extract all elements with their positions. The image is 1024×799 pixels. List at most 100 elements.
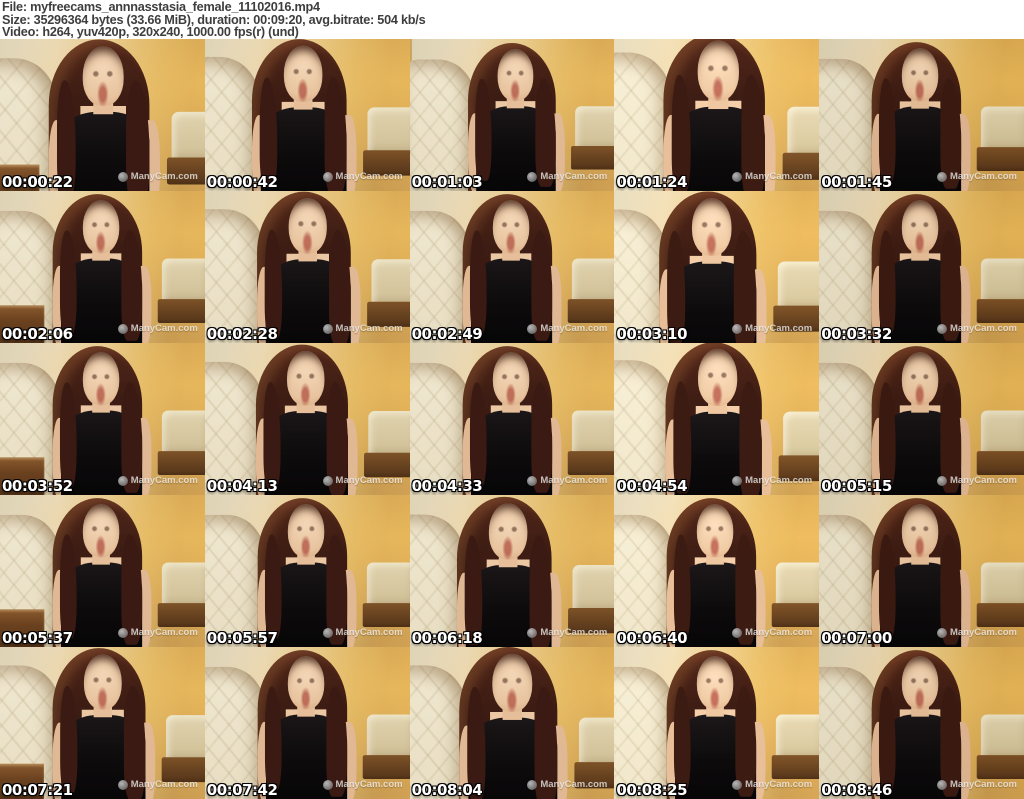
webcam-icon <box>936 627 947 638</box>
watermark-label: ManyCam.com <box>540 627 608 638</box>
video-thumbnail[interactable]: 00:03:32 ManyCam.com <box>819 191 1024 343</box>
video-thumbnail[interactable]: 00:04:54 ManyCam.com <box>614 343 820 495</box>
webcam-scene-preview <box>204 343 410 495</box>
video-thumbnail[interactable]: 00:00:42 ManyCam.com <box>204 39 410 191</box>
video-thumbnail[interactable]: 00:02:06 ManyCam.com <box>0 191 205 343</box>
webcam-icon <box>527 779 538 790</box>
webcam-scene-preview <box>614 647 820 799</box>
webcam-icon <box>527 171 538 182</box>
person-silhouette <box>614 495 819 647</box>
video-thumbnail[interactable]: 00:01:45 ManyCam.com <box>819 39 1024 191</box>
watermark-label: ManyCam.com <box>130 171 198 182</box>
face <box>697 504 734 558</box>
watermark-label: ManyCam.com <box>745 627 813 638</box>
video-thumbnail[interactable]: 00:08:25 ManyCam.com <box>614 647 820 799</box>
video-thumbnail[interactable]: 00:08:46 ManyCam.com <box>819 647 1024 799</box>
webcam-icon <box>117 627 128 638</box>
video-thumbnail[interactable]: 00:03:10 ManyCam.com <box>614 191 820 343</box>
video-thumbnail[interactable]: 00:06:18 ManyCam.com <box>409 495 615 647</box>
timestamp-label: 00:02:06 <box>2 325 73 343</box>
watermark-label: ManyCam.com <box>130 627 198 638</box>
face <box>902 200 939 254</box>
watermark: ManyCam.com <box>936 171 1017 182</box>
webcam-scene-preview <box>819 191 1024 343</box>
webcam-scene-preview <box>819 39 1024 191</box>
video-thumbnail[interactable]: 00:01:24 ManyCam.com <box>614 39 820 191</box>
webcam-scene-preview <box>614 495 820 647</box>
video-thumbnail[interactable]: 00:04:13 ManyCam.com <box>204 343 410 495</box>
watermark: ManyCam.com <box>117 171 198 182</box>
watermark-label: ManyCam.com <box>745 323 813 334</box>
video-thumbnail[interactable]: 00:06:40 ManyCam.com <box>614 495 820 647</box>
video-thumbnail[interactable]: 00:08:04 ManyCam.com <box>409 647 615 799</box>
video-thumbnail[interactable]: 00:07:21 ManyCam.com <box>0 647 205 799</box>
person-silhouette <box>819 647 1024 799</box>
watermark-label: ManyCam.com <box>540 779 608 790</box>
watermark: ManyCam.com <box>117 475 198 486</box>
webcam-scene-preview <box>409 343 615 495</box>
timestamp-label: 00:05:57 <box>206 629 278 647</box>
video-thumbnail[interactable]: 00:05:15 ManyCam.com <box>819 343 1024 495</box>
person-silhouette <box>205 495 410 647</box>
person-silhouette <box>819 39 1024 191</box>
timestamp-label: 00:07:42 <box>206 781 278 799</box>
face <box>492 200 529 254</box>
video-thumbnail[interactable]: 00:02:28 ManyCam.com <box>204 191 410 343</box>
webcam-scene-preview <box>0 495 205 647</box>
face <box>488 503 527 560</box>
watermark: ManyCam.com <box>117 323 198 334</box>
webcam-scene-preview <box>409 647 615 799</box>
webcam-icon <box>732 475 743 486</box>
watermark-label: ManyCam.com <box>335 475 403 486</box>
webcam-icon <box>732 171 743 182</box>
video-thumbnail[interactable]: 00:01:03 ManyCam.com <box>409 39 615 191</box>
face <box>288 198 327 254</box>
webcam-scene-preview <box>614 39 820 191</box>
video-thumbnail[interactable]: 00:04:33 ManyCam.com <box>409 343 615 495</box>
person-silhouette <box>0 39 205 191</box>
person-silhouette <box>819 191 1024 343</box>
watermark-label: ManyCam.com <box>949 779 1017 790</box>
webcam-icon <box>322 475 333 486</box>
person-silhouette <box>614 39 819 191</box>
watermark-label: ManyCam.com <box>949 171 1017 182</box>
timestamp-label: 00:03:10 <box>616 325 688 343</box>
timestamp-label: 00:06:18 <box>411 629 483 647</box>
person-silhouette <box>0 647 205 799</box>
webcam-icon <box>527 323 538 334</box>
watermark: ManyCam.com <box>936 627 1017 638</box>
video-thumbnail[interactable]: 00:07:00 ManyCam.com <box>819 495 1024 647</box>
person-silhouette <box>0 343 205 495</box>
person-silhouette <box>819 343 1024 495</box>
watermark: ManyCam.com <box>322 323 403 334</box>
watermark-label: ManyCam.com <box>745 171 813 182</box>
timestamp-label: 00:04:33 <box>411 477 483 495</box>
watermark-label: ManyCam.com <box>130 779 198 790</box>
webcam-icon <box>732 323 743 334</box>
watermark: ManyCam.com <box>936 779 1017 790</box>
timestamp-label: 00:02:49 <box>411 325 483 343</box>
webcam-scene-preview <box>204 647 410 799</box>
video-thumbnail[interactable]: 00:03:52 ManyCam.com <box>0 343 205 495</box>
webcam-scene-preview <box>819 343 1024 495</box>
timestamp-label: 00:02:28 <box>206 325 278 343</box>
video-thumbnail[interactable]: 00:05:37 ManyCam.com <box>0 495 205 647</box>
timestamp-label: 00:07:00 <box>821 629 892 647</box>
thumbnail-grid: 00:00:22 ManyCam.com 00:00:42 ManyCam.co… <box>0 39 1024 799</box>
watermark-label: ManyCam.com <box>540 171 608 182</box>
timestamp-label: 00:04:54 <box>616 477 688 495</box>
video-thumbnail[interactable]: 00:07:42 ManyCam.com <box>204 647 410 799</box>
person-silhouette <box>0 191 205 343</box>
webcam-scene-preview <box>204 191 410 343</box>
video-thumbnail[interactable]: 00:05:57 ManyCam.com <box>204 495 410 647</box>
webcam-scene-preview <box>819 647 1024 799</box>
video-thumbnail[interactable]: 00:00:22 ManyCam.com <box>0 39 205 191</box>
video-thumbnail[interactable]: 00:02:49 ManyCam.com <box>409 191 615 343</box>
webcam-scene-preview <box>409 191 615 343</box>
watermark-label: ManyCam.com <box>335 627 403 638</box>
watermark: ManyCam.com <box>322 171 403 182</box>
face <box>697 656 734 710</box>
person-silhouette <box>614 647 819 799</box>
face <box>82 352 120 406</box>
webcam-icon <box>936 323 947 334</box>
